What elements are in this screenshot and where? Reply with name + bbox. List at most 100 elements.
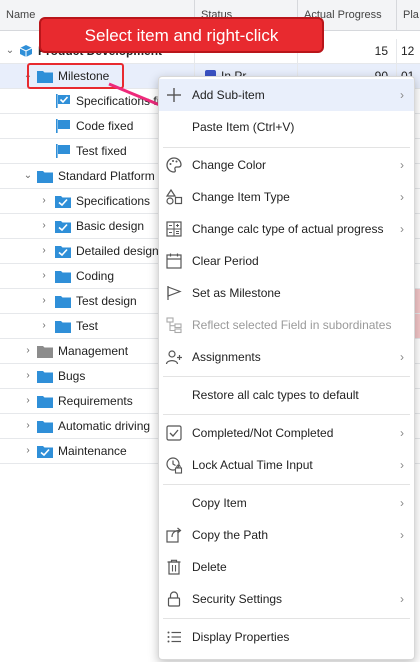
menu-item-copy-path[interactable]: Copy the Path › — [159, 519, 414, 551]
menu-item-restore-calc-types[interactable]: Restore all calc types to default — [159, 379, 414, 411]
chevron-right-icon[interactable]: › — [38, 239, 50, 263]
menu-item-label: Set as Milestone — [192, 286, 281, 300]
chevron-right-icon[interactable]: › — [38, 214, 50, 238]
folder-check-icon — [55, 196, 71, 208]
menu-item-paste-item[interactable]: Paste Item (Ctrl+V) — [159, 111, 414, 143]
chevron-right-icon[interactable]: › — [22, 364, 34, 388]
chevron-right-icon[interactable]: › — [38, 264, 50, 288]
menu-item-delete[interactable]: Delete — [159, 551, 414, 583]
menu-item-change-color[interactable]: Change Color › — [159, 149, 414, 181]
menu-item-label: Completed/Not Completed — [192, 426, 334, 440]
row-label: Automatic driving — [58, 419, 151, 433]
plus-icon — [167, 88, 181, 102]
row-label: Requirements — [58, 394, 133, 408]
menu-item-clear-period[interactable]: Clear Period — [159, 245, 414, 277]
checkbox-icon — [166, 425, 182, 441]
menu-item-reflect-field: Reflect selected Field in subordinates — [159, 309, 414, 341]
menu-item-assignments[interactable]: Assignments › — [159, 341, 414, 373]
chevron-right-icon: › — [400, 592, 404, 606]
column-plan-header[interactable]: Pla — [397, 0, 420, 30]
menu-item-completed-toggle[interactable]: Completed/Not Completed › — [159, 417, 414, 449]
chevron-down-icon[interactable]: ⌄ — [22, 164, 34, 188]
menu-item-label: Add Sub-item — [192, 88, 265, 102]
flag-outline-icon — [167, 286, 182, 300]
menu-item-label: Change Item Type — [192, 190, 290, 204]
folder-icon — [37, 421, 53, 433]
row-label: Bugs — [58, 369, 86, 383]
share-icon — [166, 527, 182, 543]
plan-cell: 12 — [401, 44, 415, 58]
menu-separator — [163, 414, 410, 415]
calculator-icon — [166, 221, 182, 237]
row-label: Test design — [76, 294, 137, 308]
menu-item-security-settings[interactable]: Security Settings › — [159, 583, 414, 615]
lock-icon — [167, 591, 181, 607]
menu-item-label: Assignments — [192, 350, 261, 364]
chevron-right-icon: › — [400, 458, 404, 472]
chevron-right-icon: › — [400, 426, 404, 440]
hierarchy-icon — [166, 317, 182, 334]
folder-icon — [55, 321, 71, 333]
flag-check-icon — [56, 94, 70, 108]
shapes-icon — [165, 188, 183, 205]
folder-icon — [55, 296, 71, 308]
cube-icon — [19, 45, 33, 57]
menu-item-label: Change Color — [192, 158, 267, 172]
folder-icon — [37, 346, 53, 358]
menu-item-label: Copy Item — [192, 496, 247, 510]
list-icon — [167, 631, 181, 643]
chevron-right-icon[interactable]: › — [22, 339, 34, 363]
folder-check-icon — [55, 246, 71, 258]
chevron-right-icon: › — [400, 528, 404, 542]
chevron-right-icon: › — [400, 88, 404, 102]
row-label: Standard Platform — [58, 169, 155, 183]
menu-item-copy-item[interactable]: Copy Item › — [159, 487, 414, 519]
folder-icon — [55, 271, 71, 283]
menu-item-set-as-milestone[interactable]: Set as Milestone — [159, 277, 414, 309]
trash-icon — [167, 559, 181, 575]
row-label: Test — [76, 319, 99, 333]
clock-lock-icon — [166, 457, 183, 474]
row-label: Coding — [76, 269, 115, 283]
menu-item-label: Copy the Path — [192, 528, 269, 542]
chevron-right-icon[interactable]: › — [38, 289, 50, 313]
menu-separator — [163, 618, 410, 619]
chevron-right-icon: › — [400, 222, 404, 236]
chevron-right-icon[interactable]: › — [22, 414, 34, 438]
menu-separator — [163, 376, 410, 377]
row-label: Detailed design — [76, 244, 159, 258]
menu-item-change-item-type[interactable]: Change Item Type › — [159, 181, 414, 213]
chevron-right-icon[interactable]: › — [22, 389, 34, 413]
menu-item-lock-actual-time[interactable]: Lock Actual Time Input › — [159, 449, 414, 481]
chevron-right-icon: › — [400, 496, 404, 510]
menu-separator — [163, 147, 410, 148]
context-menu: Add Sub-item › Paste Item (Ctrl+V) Chang… — [158, 76, 415, 660]
row-label: Management — [58, 344, 129, 358]
chevron-right-icon[interactable]: › — [38, 314, 50, 338]
add-person-icon — [165, 350, 182, 365]
instruction-callout: Select item and right-click — [39, 17, 324, 53]
row-label: Test fixed — [76, 144, 127, 158]
menu-item-change-calc-type[interactable]: Change calc type of actual progress › — [159, 213, 414, 245]
folder-check-icon — [37, 446, 53, 458]
folder-icon — [37, 396, 53, 408]
menu-item-label: Clear Period — [192, 254, 259, 268]
menu-item-display-properties[interactable]: Display Properties — [159, 621, 414, 653]
menu-item-add-sub-item[interactable]: Add Sub-item › — [159, 79, 414, 111]
menu-item-label: Display Properties — [192, 630, 290, 644]
row-label: Specifications — [76, 194, 151, 208]
chevron-right-icon[interactable]: › — [38, 189, 50, 213]
menu-item-label: Security Settings — [192, 592, 283, 606]
calendar-icon — [166, 253, 182, 269]
flag-icon — [56, 144, 70, 158]
folder-icon — [37, 171, 53, 183]
folder-check-icon — [55, 221, 71, 233]
chevron-right-icon[interactable]: › — [22, 439, 34, 463]
chevron-right-icon: › — [400, 158, 404, 172]
flag-icon — [56, 119, 70, 133]
palette-icon — [166, 157, 182, 173]
menu-item-label: Delete — [192, 560, 227, 574]
chevron-down-icon[interactable]: ⌄ — [4, 39, 16, 63]
menu-separator — [163, 484, 410, 485]
menu-item-label: Change calc type of actual progress — [192, 222, 384, 236]
